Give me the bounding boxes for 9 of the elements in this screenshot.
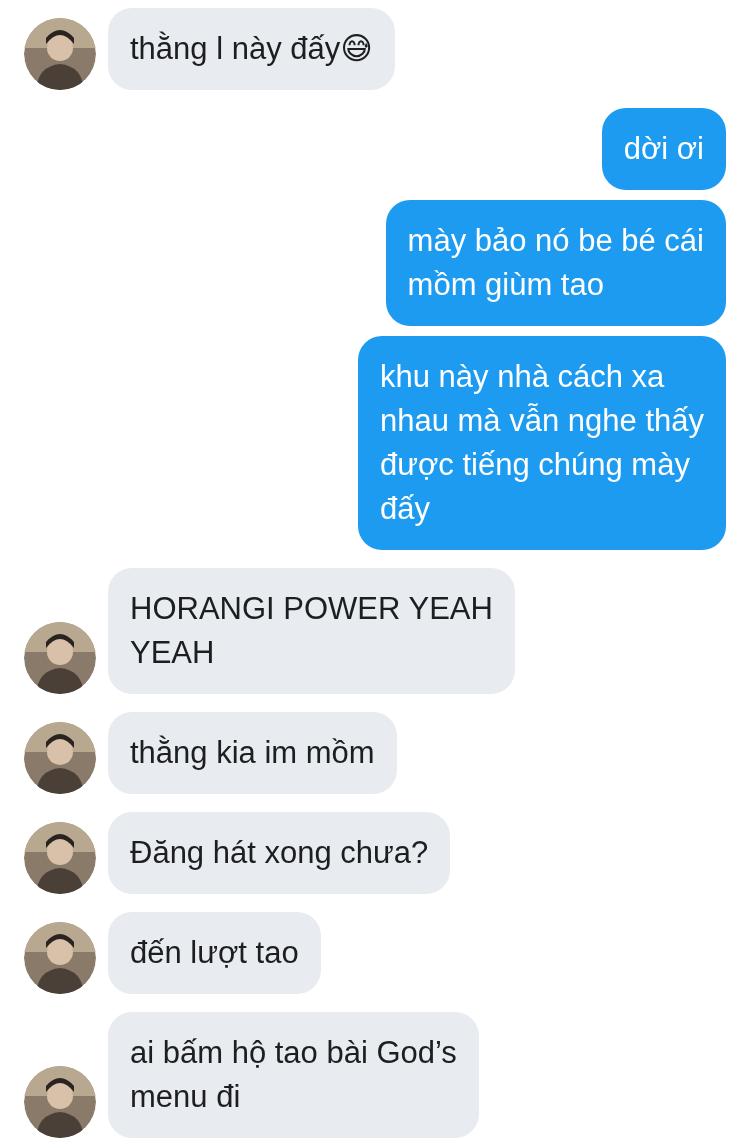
received-message: HORANGI POWER YEAH YEAH xyxy=(108,568,515,694)
sent-message: dời ơi xyxy=(601,108,726,190)
received-message: thằng l này đấy😅 xyxy=(108,8,395,90)
received-message: Đăng hát xong chưa? xyxy=(108,812,451,894)
sent-message: khu này nhà cách xa nhau mà vẫn nghe thấy được tiếng chúng mày đấy xyxy=(357,336,726,550)
received-message: đến lượt tao xyxy=(108,912,321,994)
received-message: ai bấm hộ tao bài God’s menu đi xyxy=(108,1012,479,1138)
sent-message: mày bảo nó be bé cái mồm giùm tao xyxy=(385,200,726,326)
received-message: thằng kia im mồm xyxy=(108,712,397,794)
